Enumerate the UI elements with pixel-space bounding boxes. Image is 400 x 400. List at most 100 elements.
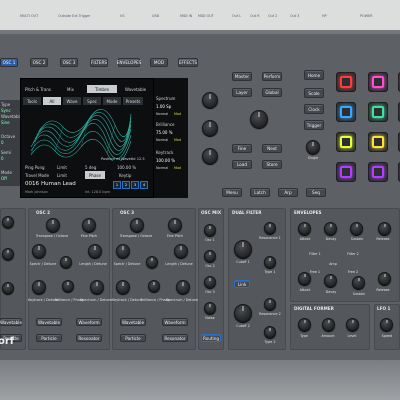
tab-envelopes[interactable]: ENVELOPES (117, 58, 141, 67)
former-level-knob[interactable] (346, 318, 359, 331)
pad-4[interactable] (336, 102, 356, 122)
subtab-all[interactable]: All (43, 97, 61, 105)
env2-sustain-knob[interactable] (352, 276, 365, 289)
tab-osc3[interactable]: OSC 3 (60, 58, 78, 67)
osc2-particle-button[interactable]: Particle (36, 334, 62, 342)
osc3-keytrack-knob[interactable] (116, 280, 130, 294)
encoder-knob-2[interactable] (202, 120, 218, 136)
screen-tab-timbre[interactable]: Timbre (87, 85, 117, 93)
resonance2-knob[interactable] (264, 298, 276, 310)
preset-slot-4[interactable]: 4 (140, 181, 148, 189)
osc2-waveform-button[interactable]: Waveform (76, 318, 102, 326)
preset-slot-2[interactable]: 2 (122, 181, 130, 189)
env2-attack-knob[interactable] (298, 272, 311, 285)
arp-button[interactable]: Arp (278, 188, 298, 197)
former-type-knob[interactable] (298, 318, 311, 331)
osc1-knob[interactable] (2, 216, 14, 228)
resonance1-knob[interactable] (264, 222, 276, 234)
single-knob[interactable] (306, 140, 320, 154)
routing-button[interactable]: Routing (201, 334, 221, 342)
env-attack-knob[interactable] (298, 222, 311, 235)
osc3-spectrum-knob[interactable] (176, 280, 190, 294)
lfo-speed-knob[interactable] (380, 318, 393, 331)
phase-button[interactable]: Phase (85, 171, 105, 179)
osc2-fx-knob[interactable] (60, 256, 72, 268)
subtab-spec[interactable]: Spec (83, 97, 101, 105)
osc3-fine-pitch-knob[interactable] (168, 218, 182, 232)
pad-2[interactable] (368, 72, 388, 92)
cutoff2-knob[interactable] (234, 304, 252, 322)
pad-11[interactable] (368, 162, 388, 182)
osc3-brilliance-knob[interactable] (148, 280, 160, 292)
preset-slot-3[interactable]: 3 (131, 181, 139, 189)
osc3-waveform-button[interactable]: Waveform (162, 318, 188, 326)
main-encoder-knob[interactable] (250, 110, 268, 128)
osc3-spectr-knob[interactable] (116, 244, 130, 258)
trigger-button[interactable]: Trigger (304, 120, 324, 130)
scale-button[interactable]: Scale (304, 88, 324, 98)
osc1-knob[interactable] (2, 282, 14, 294)
pad-1[interactable] (336, 72, 356, 92)
tab-mod[interactable]: MOD (150, 58, 168, 67)
pad-10[interactable] (336, 162, 356, 182)
osc2-transpose-knob[interactable] (46, 218, 60, 232)
type1-knob[interactable] (264, 256, 276, 268)
seq-button[interactable]: Seq (306, 188, 326, 197)
perform-button[interactable]: Perform (262, 72, 282, 81)
master-button[interactable]: Master (232, 72, 252, 81)
fine-button[interactable]: Fine (232, 144, 252, 153)
env-sustain-knob[interactable] (350, 222, 363, 235)
mix-osc2-knob[interactable] (204, 250, 216, 262)
preset-slot-1[interactable]: 1 (113, 181, 121, 189)
encoder-knob-1[interactable] (202, 92, 218, 108)
osc2-keytrack-knob[interactable] (32, 280, 46, 294)
tab-osc2[interactable]: OSC 2 (30, 58, 48, 67)
osc3-fx-knob[interactable] (146, 256, 158, 268)
filter-link-button[interactable]: Link (234, 280, 250, 288)
osc2-wavetable-button[interactable]: Wavetable (36, 318, 62, 326)
osc2-fine-pitch-knob[interactable] (82, 218, 96, 232)
mix-osc3-knob[interactable] (204, 276, 216, 288)
mix-noise-knob[interactable] (204, 302, 216, 314)
global-button[interactable]: Global (262, 88, 282, 97)
osc1-knob[interactable] (2, 248, 14, 260)
osc2-brilliance-knob[interactable] (62, 280, 74, 292)
tab-filters[interactable]: FILTERS (90, 58, 108, 67)
menu-button[interactable]: Menu (222, 188, 242, 197)
osc3-wavetable-button[interactable]: Wavetable (120, 318, 146, 326)
encoder-knob-3[interactable] (202, 148, 218, 164)
home-button[interactable]: Home (304, 70, 324, 80)
osc3-length-knob[interactable] (174, 244, 188, 258)
cutoff1-knob[interactable] (234, 240, 252, 258)
osc2-spectrum-knob[interactable] (90, 280, 104, 294)
latch-button[interactable]: Latch (250, 188, 270, 197)
layer-button[interactable]: Layer (232, 88, 252, 97)
store-button[interactable]: Store (262, 160, 282, 169)
osc1-wavetable-button[interactable]: Wavetable (0, 318, 22, 326)
osc3-transpose-knob[interactable] (130, 218, 144, 232)
type2-knob[interactable] (264, 326, 276, 338)
osc2-resonator-button[interactable]: Resonator (76, 334, 102, 342)
osc2-spectr-knob[interactable] (32, 244, 46, 258)
subtab-wave[interactable]: Wave (63, 97, 81, 105)
mix-osc1-knob[interactable] (204, 224, 216, 236)
load-button[interactable]: Load (232, 160, 252, 169)
former-amount-knob[interactable] (322, 318, 335, 331)
env-release-knob[interactable] (378, 222, 391, 235)
subtab-mode[interactable]: Mode (103, 97, 121, 105)
osc3-resonator-button[interactable]: Resonator (162, 334, 188, 342)
env2-release-knob[interactable] (378, 272, 391, 285)
tab-effects[interactable]: EFFECTS (178, 58, 198, 67)
subtab-tools[interactable]: Tools (23, 97, 41, 105)
clock-button[interactable]: Clock (304, 104, 324, 114)
env-decay-knob[interactable] (324, 222, 337, 235)
osc3-particle-button[interactable]: Particle (120, 334, 146, 342)
subtab-presets[interactable]: Presets (123, 97, 143, 105)
env2-decay-knob[interactable] (324, 274, 337, 287)
next-button[interactable]: Next (262, 144, 282, 153)
osc2-length-knob[interactable] (88, 244, 102, 258)
pad-5[interactable] (368, 102, 388, 122)
pad-7[interactable] (336, 132, 356, 152)
pad-8[interactable] (368, 132, 388, 152)
tab-osc1[interactable]: OSC 1 (0, 58, 18, 67)
